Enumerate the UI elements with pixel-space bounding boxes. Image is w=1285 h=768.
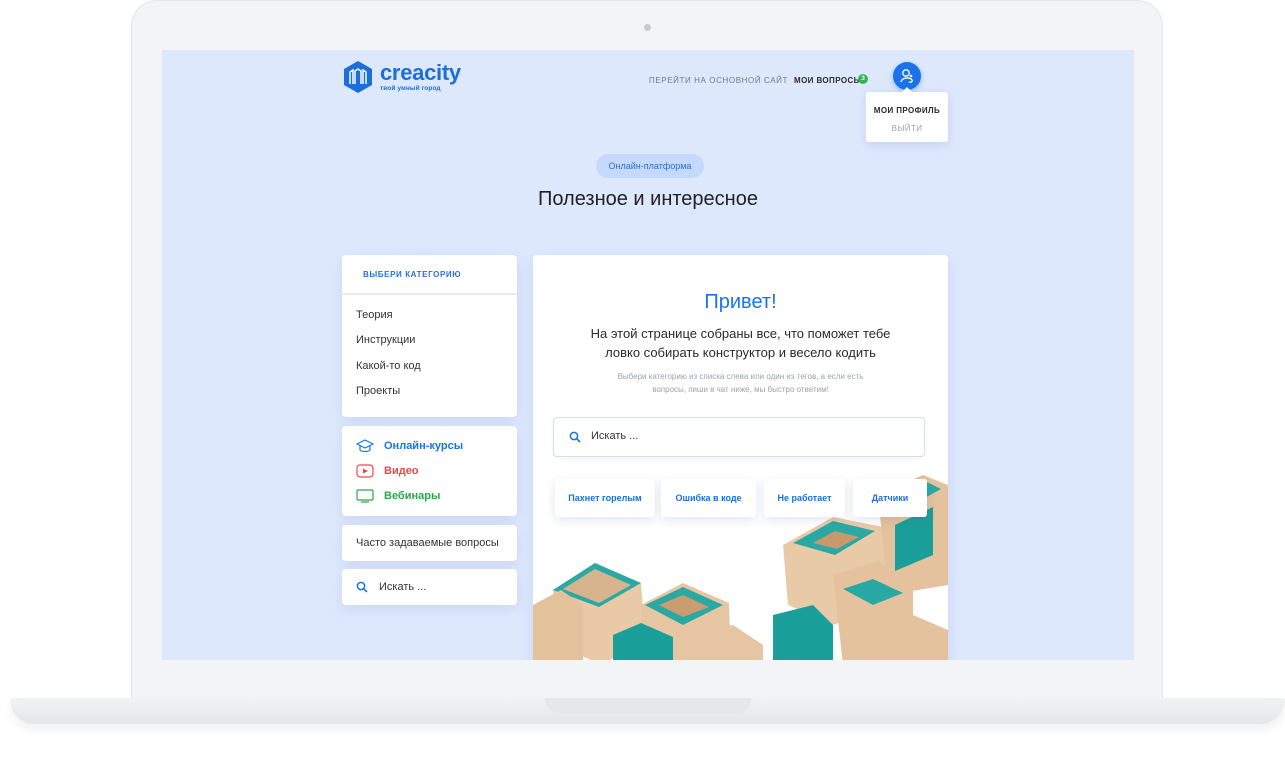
media-item-webinars[interactable]: Вебинары bbox=[356, 489, 440, 503]
greeting-title: Привет! bbox=[704, 291, 777, 313]
user-avatar-icon bbox=[900, 69, 913, 83]
browser-viewport: creacity твой умный город ПЕРЕЙТИ НА ОСН… bbox=[162, 50, 1134, 660]
media-item-label: Онлайн-курсы bbox=[384, 440, 464, 452]
page-title: Полезное и интересное bbox=[538, 188, 758, 210]
camera-dot bbox=[644, 24, 651, 31]
categories-header: ВЫБЕРИ КАТЕГОРИЮ bbox=[342, 255, 517, 295]
profile-dropdown: МОИ ПРОФИЛЬ ВЫЙТИ bbox=[866, 87, 948, 142]
sidebar-search-input[interactable]: Искать ... bbox=[342, 569, 517, 605]
main-search-input[interactable]: Искать ... bbox=[553, 417, 925, 457]
category-item-instructions[interactable]: Инструкции bbox=[356, 334, 415, 346]
tag-burning-smell[interactable]: Пахнет горелым bbox=[555, 479, 655, 517]
questions-count-badge: 3 bbox=[858, 74, 868, 84]
tag-code-error[interactable]: Ошибка в коде bbox=[661, 479, 756, 517]
user-avatar[interactable] bbox=[893, 62, 921, 90]
nav-main-site-link[interactable]: ПЕРЕЙТИ НА ОСНОВНОЙ САЙТ bbox=[649, 76, 788, 85]
tag-sensors[interactable]: Датчики bbox=[853, 479, 927, 517]
category-item-theory[interactable]: Теория bbox=[356, 309, 393, 321]
nav-my-questions-link[interactable]: МОИ ВОПРОСЫ bbox=[794, 76, 862, 85]
search-icon bbox=[569, 431, 581, 443]
laptop-notch bbox=[545, 698, 751, 713]
my-profile-link[interactable]: МОИ ПРОФИЛЬ bbox=[866, 106, 948, 115]
lead-text: На этой странице собраны все, что поможе… bbox=[590, 326, 891, 360]
monitor-icon bbox=[356, 489, 374, 503]
media-item-label: Вебинары bbox=[384, 490, 441, 502]
sidebar-search-placeholder: Искать ... bbox=[379, 581, 427, 593]
media-card: Онлайн-курсы Видео Вебинары bbox=[342, 426, 517, 516]
main-panel: Привет! На этой странице собраны все, чт… bbox=[533, 255, 948, 660]
graduation-cap-icon bbox=[356, 439, 374, 453]
search-icon bbox=[356, 581, 368, 593]
categories-card: ВЫБЕРИ КАТЕГОРИЮ Теория Инструкции Какой… bbox=[342, 255, 517, 417]
media-item-label: Видео bbox=[384, 465, 419, 477]
category-item-projects[interactable]: Проекты bbox=[356, 385, 400, 397]
logout-link[interactable]: ВЫЙТИ bbox=[866, 124, 948, 133]
logo-name: creacity bbox=[380, 60, 461, 85]
main-search-placeholder: Искать ... bbox=[591, 430, 639, 442]
site-logo[interactable]: creacity твой умный город bbox=[342, 60, 461, 94]
category-item-code[interactable]: Какой-то код bbox=[356, 360, 421, 372]
media-item-courses[interactable]: Онлайн-курсы bbox=[356, 439, 463, 453]
tag-not-working[interactable]: Не работает bbox=[764, 479, 845, 517]
video-play-icon bbox=[356, 464, 374, 478]
media-item-video[interactable]: Видео bbox=[356, 464, 419, 478]
faq-link[interactable]: Часто задаваемые вопросы bbox=[356, 537, 499, 549]
logo-tagline: твой умный город bbox=[380, 85, 441, 92]
faq-card[interactable]: Часто задаваемые вопросы bbox=[342, 525, 517, 561]
platform-badge: Онлайн-платформа bbox=[596, 154, 704, 178]
logo-hexagon-icon bbox=[344, 61, 372, 93]
hint-text: Выбери категорию из списка слева или оди… bbox=[617, 372, 864, 394]
